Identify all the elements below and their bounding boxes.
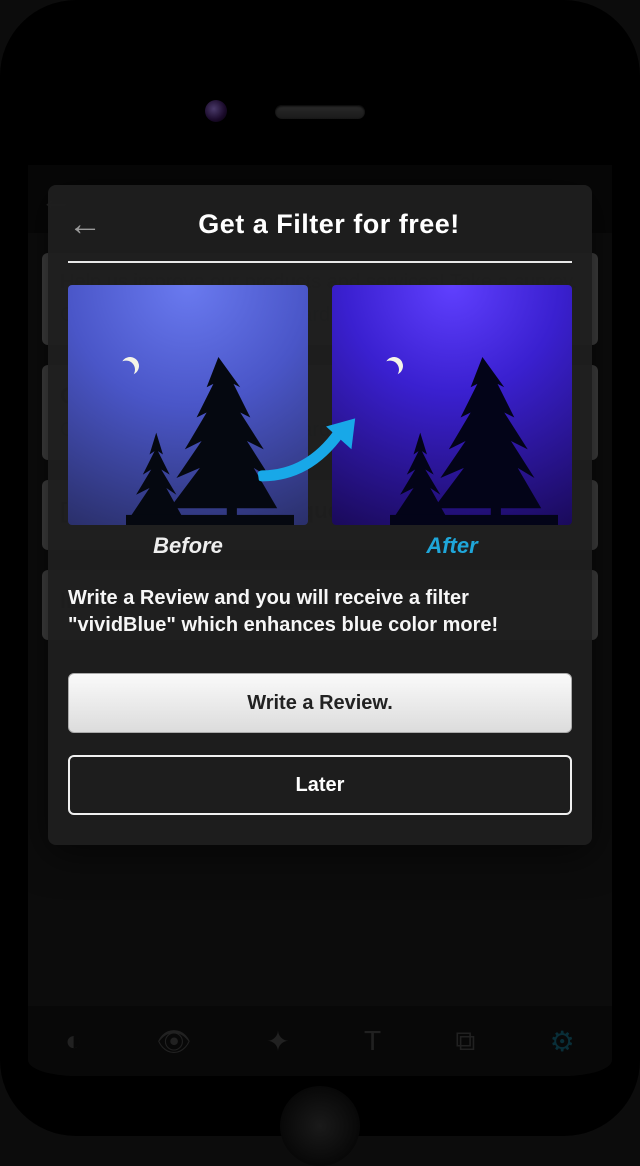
- tree-silhouette: [390, 357, 558, 525]
- later-button[interactable]: Later: [68, 755, 572, 815]
- preview-after-label: After: [332, 533, 572, 559]
- write-review-button[interactable]: Write a Review.: [68, 673, 572, 733]
- preview-comparison: Before After: [68, 285, 572, 559]
- modal-header: ← Get a Filter for free!: [68, 207, 572, 263]
- modal-title: Get a Filter for free!: [120, 209, 538, 240]
- preview-after: After: [332, 285, 572, 559]
- free-filter-modal: ← Get a Filter for free! Before: [48, 185, 592, 845]
- preview-after-image: [332, 285, 572, 525]
- modal-description: Write a Review and you will receive a fi…: [68, 585, 572, 639]
- preview-before-image: [68, 285, 308, 525]
- preview-before: Before: [68, 285, 308, 559]
- back-arrow-icon[interactable]: ←: [68, 207, 102, 241]
- preview-before-label: Before: [68, 533, 308, 559]
- app-screen: ← Help us improve our products and servi…: [28, 165, 612, 1076]
